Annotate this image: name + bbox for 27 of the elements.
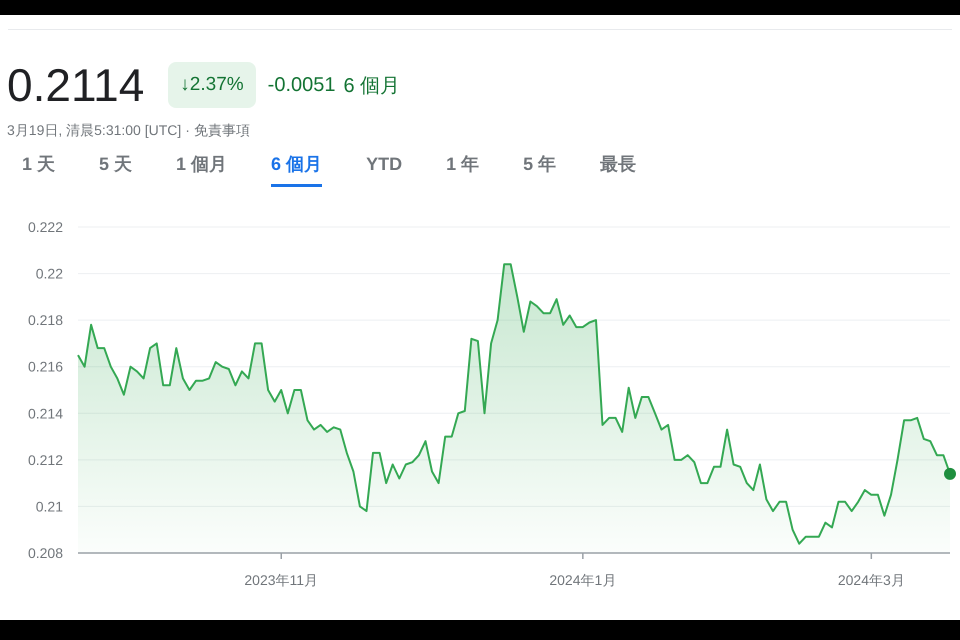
- separator-dot: ·: [185, 122, 190, 140]
- y-axis-label: 0.21: [36, 498, 63, 514]
- y-axis-label: 0.208: [28, 545, 63, 561]
- price-value: 0.2114: [7, 58, 144, 112]
- range-tab[interactable]: 1 年: [446, 146, 480, 187]
- last-point-dot: [944, 468, 956, 480]
- y-axis-label: 0.214: [28, 405, 63, 422]
- range-tab[interactable]: 5 天: [99, 146, 132, 187]
- y-axis-label: 0.222: [28, 219, 63, 235]
- disclaimer-link[interactable]: 免責事項: [194, 122, 250, 140]
- x-axis-label: 2024年1月: [549, 572, 616, 588]
- y-axis-label: 0.212: [28, 452, 63, 468]
- range-tab[interactable]: 5 年: [523, 146, 556, 187]
- timestamp: 3月19日, 清晨5:31:00 [UTC]: [7, 122, 182, 140]
- x-axis-label: 2023年11月: [244, 572, 318, 588]
- y-axis-label: 0.218: [28, 312, 63, 328]
- period-label: 6 個月: [344, 74, 400, 98]
- change-percent-badge: ↓2.37%: [168, 62, 256, 108]
- range-tab[interactable]: YTD: [366, 146, 402, 187]
- range-tab[interactable]: 1 天: [22, 146, 56, 187]
- y-axis-label: 0.22: [36, 266, 63, 282]
- range-tab[interactable]: 1 個月: [176, 146, 228, 187]
- x-axis-label: 2024年3月: [838, 572, 905, 588]
- range-tab[interactable]: 6 個月: [271, 146, 322, 187]
- y-axis-label: 0.216: [28, 358, 63, 375]
- range-tab[interactable]: 最長: [600, 146, 636, 187]
- change-value: -0.0051: [268, 74, 336, 96]
